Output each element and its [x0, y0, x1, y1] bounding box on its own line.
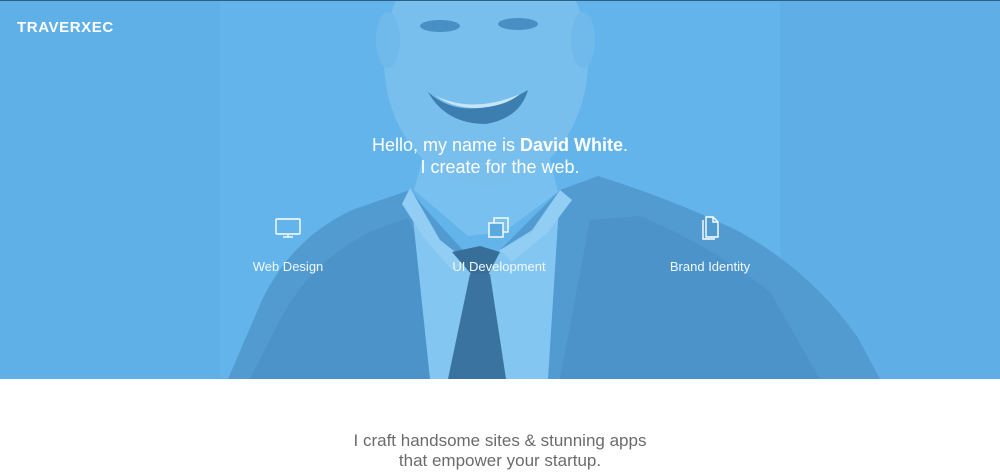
greeting-suffix: . — [623, 135, 629, 155]
hero-section: TRAVERXEC Hello, my name is David White.… — [0, 0, 1000, 379]
hero-name: David White — [520, 135, 624, 155]
brand-logo[interactable]: TRAVERXEC — [17, 19, 114, 36]
about-line-1: I craft handsome sites & stunning apps — [353, 431, 647, 450]
service-label: UI Development — [452, 259, 546, 274]
top-border — [0, 0, 1000, 1]
layers-icon — [488, 217, 509, 238]
greeting-prefix: Hello, my name is — [371, 135, 520, 155]
monitor-icon — [275, 218, 301, 238]
hero-headline: Hello, my name is David White. I create … — [0, 134, 1000, 178]
hero-greeting: Hello, my name is David White. — [0, 134, 1000, 156]
service-ui-development[interactable]: UI Development — [399, 216, 599, 274]
service-label: Brand Identity — [669, 259, 751, 274]
service-label: Web Design — [252, 259, 324, 274]
document-icon — [702, 216, 719, 240]
service-web-design[interactable]: Web Design — [188, 216, 388, 274]
service-brand-identity[interactable]: Brand Identity — [610, 216, 810, 274]
about-line-2: that empower your startup. — [398, 451, 602, 470]
hero-color-overlay — [0, 0, 1000, 379]
hero-tagline: I create for the web. — [420, 157, 580, 177]
about-section: I craft handsome sites & stunning apps t… — [0, 431, 1000, 471]
